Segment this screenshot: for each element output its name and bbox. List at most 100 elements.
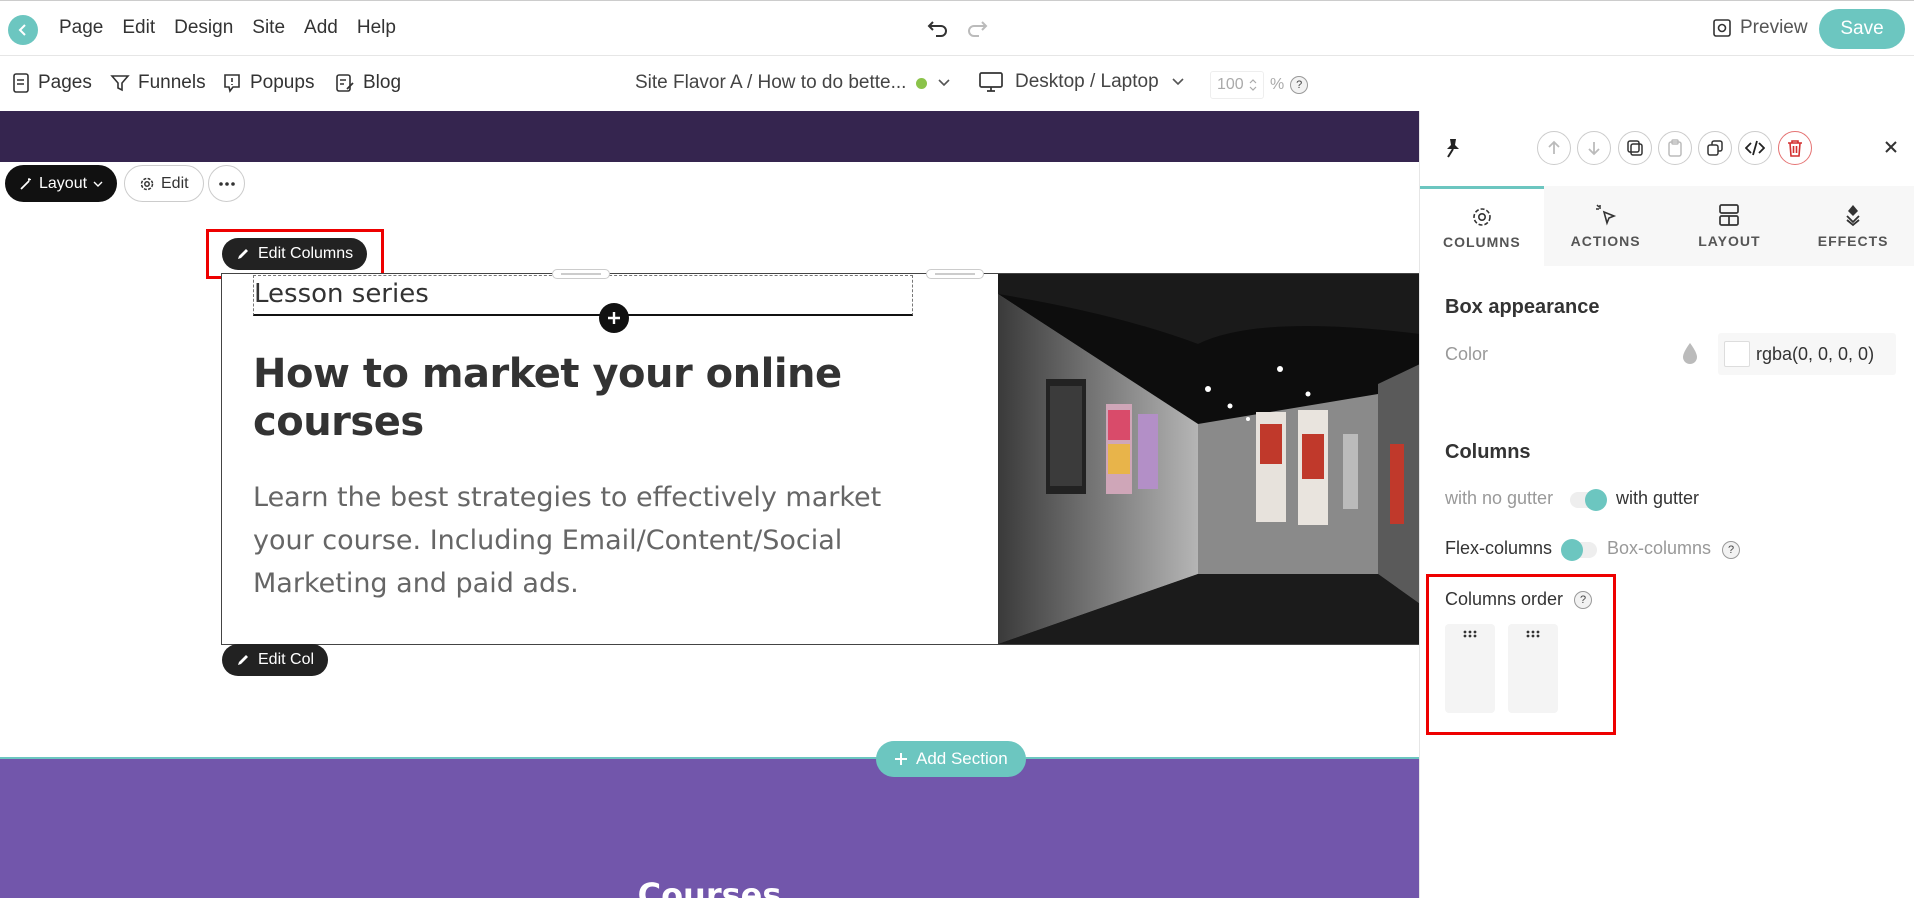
site-flavor-select[interactable]: Site Flavor A / How to do bette... xyxy=(635,72,951,94)
columns-mode-toggle-knob xyxy=(1561,539,1583,561)
tab-columns-label: COLUMNS xyxy=(1442,233,1521,250)
columns-mode-toggle[interactable] xyxy=(1561,539,1597,561)
color-swatch[interactable] xyxy=(1724,341,1750,367)
code-button[interactable] xyxy=(1738,131,1772,165)
gallery-hallway-image xyxy=(998,274,1419,644)
page-icon xyxy=(13,73,29,93)
redo-button[interactable] xyxy=(966,17,988,44)
help-icon[interactable]: ? xyxy=(1574,591,1592,609)
column-text[interactable]: Lesson series How to market your online … xyxy=(222,274,998,644)
tab-actions[interactable]: ACTIONS xyxy=(1543,186,1668,266)
body-paragraph[interactable]: Learn the best strategies to effectively… xyxy=(253,476,913,605)
undo-button[interactable] xyxy=(927,17,949,44)
with-gutter-label: with gutter xyxy=(1616,488,1700,508)
menu-design[interactable]: Design xyxy=(174,17,233,39)
subtitle-element[interactable]: Lesson series xyxy=(253,275,913,333)
undo-icon xyxy=(927,21,947,37)
drag-handle-icon xyxy=(1463,630,1477,638)
close-icon xyxy=(1885,141,1897,153)
move-up-button[interactable] xyxy=(1537,131,1571,165)
more-options-button[interactable] xyxy=(208,165,245,202)
zoom-control: 100 % ? xyxy=(1210,71,1309,99)
color-picker-button[interactable] xyxy=(1681,341,1699,372)
column-resize-handle[interactable] xyxy=(552,269,610,279)
back-button[interactable] xyxy=(8,15,38,45)
zoom-value: 100 xyxy=(1217,76,1244,93)
edit-col-button[interactable]: Edit Col xyxy=(222,644,329,676)
nav-funnels[interactable]: Funnels xyxy=(110,72,206,94)
help-icon[interactable]: ? xyxy=(1290,76,1309,94)
add-section-label: Add Section xyxy=(916,749,1008,768)
tab-columns[interactable]: COLUMNS xyxy=(1420,186,1544,266)
top-bar: Page Edit Design Site Add Help Preview S… xyxy=(0,0,1914,56)
courses-section: Courses xyxy=(0,757,1419,898)
droplet-icon xyxy=(1683,343,1697,364)
menu-edit[interactable]: Edit xyxy=(122,17,155,39)
stepper-icon xyxy=(1249,79,1257,91)
color-value: rgba(0, 0, 0, 0) xyxy=(1756,343,1875,364)
settings-panel: COLUMNS ACTIONS LAYOUT EFFECTS Box appea… xyxy=(1419,111,1914,898)
tab-effects-label: EFFECTS xyxy=(1817,233,1889,249)
plus-icon xyxy=(608,312,620,324)
nav-popups[interactable]: Popups xyxy=(222,72,314,94)
device-label: Desktop / Laptop xyxy=(1015,71,1159,92)
chevron-down-icon xyxy=(938,79,950,87)
device-select[interactable]: Desktop / Laptop xyxy=(979,71,1185,93)
add-element-button[interactable] xyxy=(599,303,629,333)
courses-title[interactable]: Courses xyxy=(0,876,1419,898)
preview-button[interactable]: Preview xyxy=(1712,17,1808,39)
drag-handle-icon xyxy=(1526,630,1540,638)
box-columns-label: Box-columns xyxy=(1607,538,1712,558)
menu-site[interactable]: Site xyxy=(252,17,285,39)
redo-icon xyxy=(968,21,988,37)
menu-help[interactable]: Help xyxy=(357,17,396,39)
help-icon[interactable]: ? xyxy=(1722,541,1740,559)
add-section-button[interactable]: Add Section xyxy=(876,741,1026,777)
menu-add[interactable]: Add xyxy=(304,17,338,39)
pencil-icon xyxy=(238,655,248,665)
published-status-dot xyxy=(916,77,928,89)
nav-pages[interactable]: Pages xyxy=(12,72,92,94)
pin-icon xyxy=(1447,139,1459,158)
gear-icon xyxy=(140,177,154,190)
preview-icon xyxy=(1713,19,1731,37)
gutter-toggle[interactable] xyxy=(1570,489,1607,511)
nav-blog[interactable]: Blog xyxy=(335,72,401,94)
tab-effects[interactable]: EFFECTS xyxy=(1791,186,1914,266)
delete-button[interactable] xyxy=(1778,131,1812,165)
column-order-card[interactable] xyxy=(1508,624,1558,713)
tab-layout[interactable]: LAYOUT xyxy=(1667,186,1792,266)
nav-popups-label: Popups xyxy=(250,72,315,93)
headline[interactable]: How to market your online courses xyxy=(253,350,913,446)
flex-columns-label: Flex-columns xyxy=(1445,538,1553,558)
highlight-edit-columns xyxy=(206,229,384,279)
lesson-subtitle: Lesson series xyxy=(254,279,429,309)
panel-toolbar xyxy=(1420,111,1914,186)
column-resize-handle[interactable] xyxy=(926,269,984,279)
menu-page[interactable]: Page xyxy=(59,17,103,39)
nav-pages-label: Pages xyxy=(38,72,92,93)
move-down-button[interactable] xyxy=(1577,131,1611,165)
copy-button[interactable] xyxy=(1618,131,1652,165)
column-order-card[interactable] xyxy=(1445,624,1495,713)
site-flavor-label: Site Flavor A / How to do bette... xyxy=(635,72,907,93)
layout-label: Layout xyxy=(39,174,88,192)
chevron-down-icon xyxy=(1172,78,1184,86)
close-panel-button[interactable] xyxy=(1884,140,1898,159)
color-value-field[interactable]: rgba(0, 0, 0, 0) xyxy=(1718,333,1896,375)
zoom-input[interactable]: 100 xyxy=(1210,71,1264,99)
panel-tabs: COLUMNS ACTIONS LAYOUT EFFECTS xyxy=(1420,186,1914,266)
funnel-icon xyxy=(110,75,130,92)
section-edit-button[interactable]: Edit xyxy=(124,165,204,202)
layout-button[interactable]: Layout xyxy=(5,165,118,202)
pin-button[interactable] xyxy=(1443,137,1463,164)
gutter-toggle-knob xyxy=(1585,489,1607,511)
save-button[interactable]: Save xyxy=(1819,9,1905,49)
trash-icon xyxy=(1788,140,1802,157)
paste-button[interactable] xyxy=(1658,131,1692,165)
box-appearance-heading: Box appearance xyxy=(1445,296,1600,318)
page-canvas: Layout Edit Edit Columns Lesson series H… xyxy=(0,111,1419,898)
column-image[interactable] xyxy=(998,274,1419,644)
duplicate-button[interactable] xyxy=(1698,131,1732,165)
zoom-unit: % xyxy=(1270,76,1285,93)
